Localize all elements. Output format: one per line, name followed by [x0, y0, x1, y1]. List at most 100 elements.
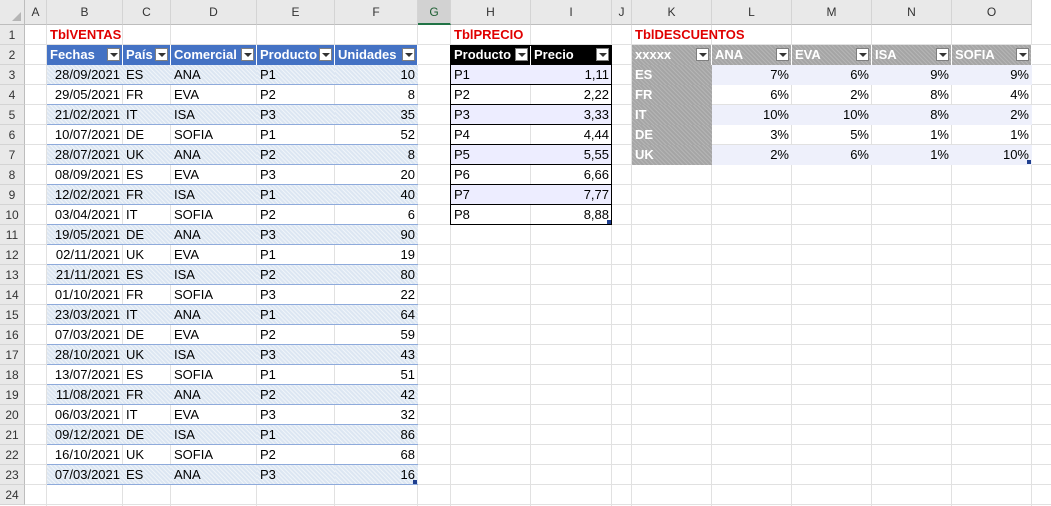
table-cell[interactable]: FR [123, 385, 171, 405]
row-header-2[interactable]: 2 [0, 45, 25, 65]
table-cell[interactable]: FR [123, 85, 171, 105]
table-cell[interactable]: P1 [257, 185, 335, 205]
table-cell[interactable]: SOFIA [171, 125, 257, 145]
table-cell[interactable]: 3% [712, 125, 792, 145]
row-header-19[interactable]: 19 [0, 385, 25, 405]
table-cell[interactable]: 9% [872, 65, 952, 85]
column-header-j[interactable]: J [612, 0, 632, 25]
row-header-24[interactable]: 24 [0, 485, 25, 505]
table-cell[interactable]: 01/10/2021 [47, 285, 123, 305]
table-cell[interactable]: 1% [872, 145, 952, 165]
table-cell[interactable]: IT [123, 205, 171, 225]
table-cell[interactable]: P1 [257, 65, 335, 85]
filter-dropdown-icon[interactable] [596, 48, 609, 61]
column-header-b[interactable]: B [47, 0, 123, 25]
table-cell[interactable]: 4,44 [531, 125, 612, 145]
table-cell[interactable]: 59 [335, 325, 418, 345]
table-cell[interactable]: 6,66 [531, 165, 612, 185]
table-cell[interactable]: 2,22 [531, 85, 612, 105]
table-cell[interactable]: DE [632, 125, 712, 145]
filter-dropdown-icon[interactable] [107, 48, 120, 61]
table-cell[interactable]: ES [123, 465, 171, 485]
table-cell[interactable]: P2 [257, 265, 335, 285]
table-cell[interactable]: 21/11/2021 [47, 265, 123, 285]
table-cell[interactable]: EVA [171, 165, 257, 185]
table-cell[interactable]: UK [123, 145, 171, 165]
table-cell[interactable]: 1,11 [531, 65, 612, 85]
table-cell[interactable]: P1 [257, 245, 335, 265]
table-cell[interactable]: 09/12/2021 [47, 425, 123, 445]
table-cell[interactable]: DE [123, 125, 171, 145]
table-cell[interactable]: 21/02/2021 [47, 105, 123, 125]
select-all-corner[interactable] [0, 0, 25, 25]
table-cell[interactable]: 10/07/2021 [47, 125, 123, 145]
row-header-4[interactable]: 4 [0, 85, 25, 105]
table-cell[interactable]: ISA [171, 185, 257, 205]
row-header-21[interactable]: 21 [0, 425, 25, 445]
filter-dropdown-icon[interactable] [241, 48, 254, 61]
table-cell[interactable]: 90 [335, 225, 418, 245]
row-header-20[interactable]: 20 [0, 405, 25, 425]
row-header-6[interactable]: 6 [0, 125, 25, 145]
column-header-h[interactable]: H [451, 0, 531, 25]
table-cell[interactable]: ES [123, 65, 171, 85]
table-cell[interactable]: DE [123, 425, 171, 445]
table-cell[interactable]: 28/10/2021 [47, 345, 123, 365]
column-header-a[interactable]: A [25, 0, 47, 25]
table-cell[interactable]: 1% [952, 125, 1032, 145]
table-cell[interactable]: 16/10/2021 [47, 445, 123, 465]
table-cell[interactable]: 8% [872, 85, 952, 105]
spreadsheet-grid[interactable]: ABCDEFGHIJKLMNO 1 2 3 4 5 6 7 8 9 10 11 12 13 14 15 16 1… [0, 0, 1051, 506]
table-cell[interactable]: 2% [952, 105, 1032, 125]
table-cell[interactable]: P2 [257, 385, 335, 405]
table-cell[interactable]: ES [123, 165, 171, 185]
table-cell[interactable]: 20 [335, 165, 418, 185]
table-cell[interactable]: 19/05/2021 [47, 225, 123, 245]
column-header-k[interactable]: K [632, 0, 712, 25]
table-resize-handle[interactable] [1027, 160, 1031, 164]
row-header-11[interactable]: 11 [0, 225, 25, 245]
table-cell[interactable]: 40 [335, 185, 418, 205]
table-cell[interactable]: UK [123, 345, 171, 365]
table-cell[interactable]: P2 [257, 205, 335, 225]
table-cell[interactable]: ES [123, 365, 171, 385]
table-cell[interactable]: 9% [952, 65, 1032, 85]
filter-dropdown-icon[interactable] [1016, 48, 1029, 61]
table-cell[interactable]: UK [123, 445, 171, 465]
table-cell[interactable]: EVA [171, 85, 257, 105]
table-cell[interactable]: 68 [335, 445, 418, 465]
table-cell[interactable]: P3 [257, 285, 335, 305]
table-cell[interactable]: P3 [257, 165, 335, 185]
row-header-14[interactable]: 14 [0, 285, 25, 305]
row-header-9[interactable]: 9 [0, 185, 25, 205]
table-cell[interactable]: P4 [451, 125, 531, 145]
column-header-o[interactable]: O [952, 0, 1032, 25]
table-cell[interactable]: P2 [257, 85, 335, 105]
table-cell[interactable]: 16 [335, 465, 418, 485]
table-cell[interactable]: P2 [451, 85, 531, 105]
row-header-3[interactable]: 3 [0, 65, 25, 85]
table-cell[interactable]: ISA [171, 265, 257, 285]
table-cell[interactable]: FR [632, 85, 712, 105]
table-cell[interactable]: UK [632, 145, 712, 165]
table-cell[interactable]: FR [123, 285, 171, 305]
row-header-16[interactable]: 16 [0, 325, 25, 345]
header-ventas-0[interactable]: Fechas [47, 45, 123, 65]
table-cell[interactable]: 06/03/2021 [47, 405, 123, 425]
table-resize-handle[interactable] [413, 480, 417, 484]
header-precio-0[interactable]: Producto [451, 45, 531, 65]
table-cell[interactable]: 3,33 [531, 105, 612, 125]
table-cell[interactable]: ISA [171, 425, 257, 445]
row-header-1[interactable]: 1 [0, 25, 25, 45]
table-cell[interactable]: ES [632, 65, 712, 85]
filter-dropdown-icon[interactable] [515, 48, 528, 61]
table-cell[interactable]: P1 [257, 365, 335, 385]
table-cell[interactable]: FR [123, 185, 171, 205]
filter-dropdown-icon[interactable] [696, 48, 709, 61]
table-cell[interactable]: 64 [335, 305, 418, 325]
table-resize-handle[interactable] [607, 220, 611, 224]
table-cell[interactable]: 80 [335, 265, 418, 285]
header-descuentos-2[interactable]: EVA [792, 45, 872, 65]
filter-dropdown-icon[interactable] [936, 48, 949, 61]
filter-dropdown-icon[interactable] [319, 48, 332, 61]
